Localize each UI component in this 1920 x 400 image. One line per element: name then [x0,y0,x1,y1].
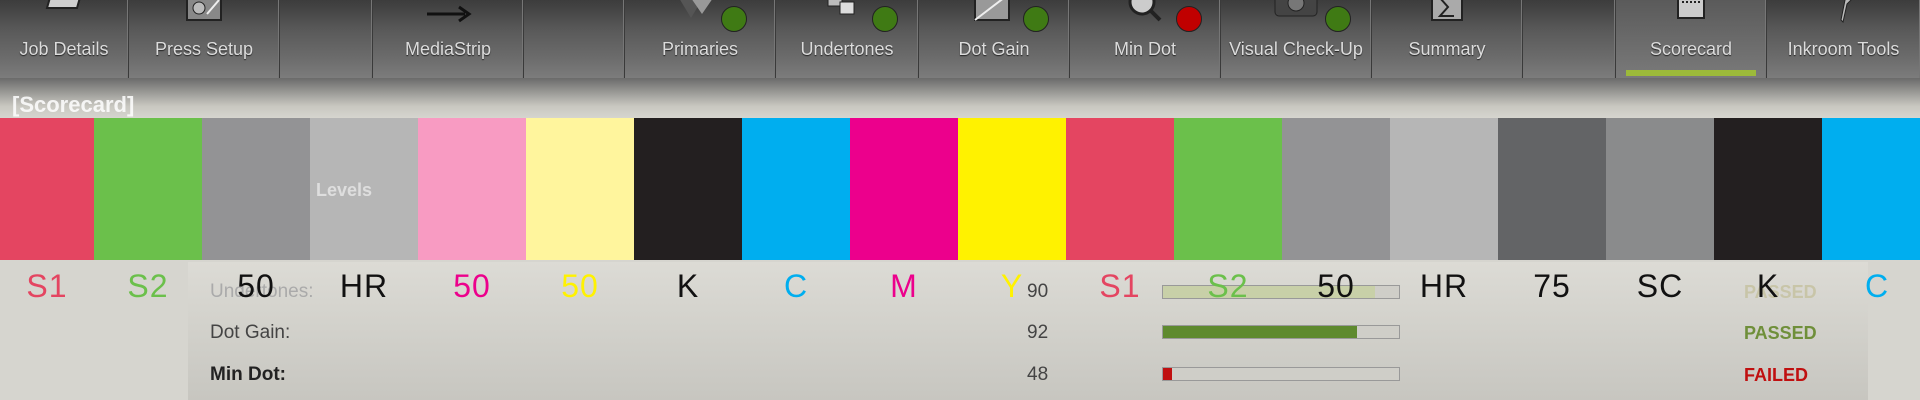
toolbar: Job Details Press Setup MediaStrip Prima… [0,0,1920,78]
result-bar-dot-gain [1162,325,1400,339]
swatch-label: S2 [127,268,169,304]
result-value-min-dot: 48 [1027,364,1049,385]
result-value-dot-gain: 92 [1027,322,1049,343]
color-swatch[interactable] [1606,118,1714,260]
tab-dot-gain[interactable]: Dot Gain [919,0,1070,78]
color-swatch[interactable] [742,118,850,260]
document-icon [45,0,81,9]
tab-undertones[interactable]: Undertones [776,0,919,78]
color-swatch[interactable] [1822,118,1920,260]
color-swatch[interactable] [418,118,526,260]
tab-spacer-3 [1523,0,1616,78]
tab-primaries[interactable]: Primaries [625,0,776,78]
swatch-strip [0,118,1920,260]
swatch-label: M [890,268,918,304]
color-swatch[interactable] [94,118,202,260]
triangles-icon [680,0,712,18]
swatch-label: 50 [237,268,275,304]
swatch-label: K [1756,268,1780,304]
press-icon [186,0,222,21]
swatch-label: S1 [1099,268,1141,304]
swatch-label: S2 [1207,268,1249,304]
scorecard-icon [1677,0,1705,19]
ink-knife-icon [1839,0,1852,23]
magnifier-icon [1128,0,1162,22]
camera-icon [1274,0,1318,17]
result-status-dot-gain: PASSED [1744,323,1817,343]
tab-scorecard[interactable]: Scorecard [1616,0,1767,78]
swatch-label: 75 [1533,268,1571,304]
section-header: [Scorecard] [0,78,1920,118]
swatch-label: C [783,268,809,304]
tab-inkroom-tools[interactable]: Inkroom Tools [1767,0,1920,78]
color-swatch[interactable] [1066,118,1174,260]
dot-gain-icon [974,0,1010,21]
status-passed-icon [721,6,747,32]
result-status-min-dot: FAILED [1744,365,1809,385]
color-swatch[interactable] [634,118,742,260]
arrow-right-icon [427,5,472,23]
result-bar-fill [1163,326,1357,338]
color-swatch[interactable] [1390,118,1498,260]
tab-spacer-2 [524,0,625,78]
tab-job-details[interactable]: Job Details [0,0,129,78]
undertones-icon [827,0,855,15]
swatch-label: HR [1419,268,1469,304]
tab-press-setup[interactable]: Press Setup [129,0,280,78]
color-swatch[interactable] [1282,118,1390,260]
swatch-label: K [676,268,700,304]
swatch-label: C [1864,268,1890,304]
swatch-label: 50 [561,268,599,304]
tab-summary[interactable]: Summary [1372,0,1523,78]
result-bar-fill [1163,368,1173,380]
color-swatch[interactable] [1714,118,1822,260]
color-swatch[interactable] [0,118,94,260]
swatch-label: SC [1636,268,1684,304]
swatch-label: S1 [26,268,68,304]
color-swatch[interactable] [526,118,634,260]
status-failed-icon [1176,6,1202,32]
status-passed-icon [1325,6,1351,32]
color-swatch[interactable] [1498,118,1606,260]
section-title: [Scorecard] [12,92,135,117]
tab-mediastrip[interactable]: MediaStrip [373,0,524,78]
color-swatch[interactable] [850,118,958,260]
result-label-min-dot: Min Dot: [210,364,286,385]
status-passed-icon [1023,6,1049,32]
ghost-levels-label: Levels [316,180,373,200]
tab-spacer-1 [280,0,373,78]
result-label-dot-gain: Dot Gain: [210,322,291,343]
swatch-label: 50 [1317,268,1355,304]
tab-visual-check-up[interactable]: Visual Check-Up [1221,0,1372,78]
swatch-label: HR [339,268,389,304]
swatch-label: 50 [453,268,491,304]
status-passed-icon [872,6,898,32]
tab-min-dot[interactable]: Min Dot [1070,0,1221,78]
sigma-icon [1431,0,1463,21]
swatch-label: Y [1000,268,1024,304]
color-swatch[interactable] [1174,118,1282,260]
result-bar-min-dot [1162,367,1400,381]
color-swatch[interactable] [958,118,1066,260]
color-swatch[interactable] [202,118,310,260]
